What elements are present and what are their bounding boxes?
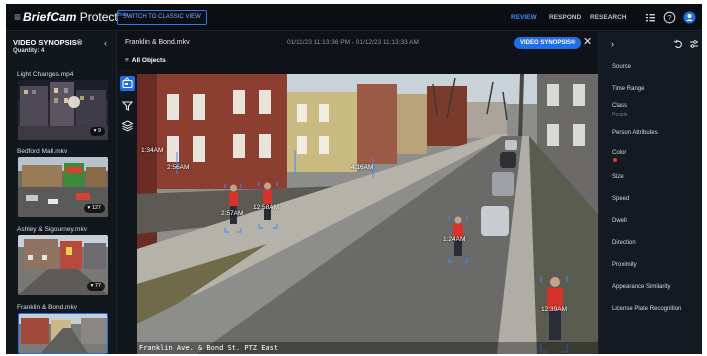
object-count-badge: ▾ 127 bbox=[83, 204, 105, 213]
undo-icon[interactable] bbox=[673, 39, 683, 49]
video-name: Ashley & Sigourney.mkv bbox=[17, 226, 87, 233]
switch-to-classic-view-button[interactable]: SWITCH TO CLASSIC VIEW bbox=[117, 10, 207, 25]
filter-size[interactable]: Size bbox=[612, 174, 624, 180]
franklin-street-image bbox=[19, 314, 107, 353]
object-timestamp[interactable]: 12:39AM bbox=[541, 306, 567, 313]
close-icon[interactable]: ✕ bbox=[583, 35, 592, 48]
object-count-badge: ▾ 9 bbox=[89, 127, 105, 136]
filter-class-value: People bbox=[612, 112, 628, 118]
clip-header: Franklin & Bond.mkv 01/11/23 11:13:36 PM… bbox=[117, 32, 598, 54]
object-timestamp[interactable]: 2:56AM bbox=[167, 164, 189, 171]
filter-funnel-icon[interactable] bbox=[120, 98, 135, 113]
menu-lines-icon: ≡ bbox=[14, 10, 22, 24]
filter-source[interactable]: Source bbox=[612, 64, 631, 70]
video-player[interactable]: 1:34AM 2:56AM 4:16AM 2:57AM 12:58AM 1:24… bbox=[137, 74, 598, 354]
video-thumbnail-light-changes[interactable]: ▾ 9 bbox=[18, 80, 108, 140]
clip-title: Franklin & Bond.mkv bbox=[125, 39, 190, 46]
filter-direction[interactable]: Direction bbox=[612, 240, 636, 246]
video-thumbnail-ashley-sigourney[interactable]: ▾ 77 bbox=[18, 235, 108, 295]
view-tools-strip bbox=[117, 70, 137, 354]
video-thumbnail-franklin-bond[interactable] bbox=[18, 313, 108, 354]
video-quantity: Quantity: 4 bbox=[13, 48, 45, 54]
nav-respond[interactable]: RESPOND bbox=[549, 14, 581, 21]
svg-text:?: ? bbox=[667, 13, 671, 22]
hamburger-icon: ≡ bbox=[125, 57, 129, 64]
filter-class[interactable]: Class bbox=[612, 103, 627, 109]
object-timestamp[interactable]: 2:57AM bbox=[221, 210, 243, 217]
nav-research[interactable]: RESEARCH bbox=[590, 14, 626, 21]
collapse-left-icon[interactable]: ‹ bbox=[104, 38, 107, 48]
filter-appearance-similarity[interactable]: Appearance Similarity bbox=[612, 284, 670, 290]
video-name: Light Changes.mp4 bbox=[17, 71, 74, 78]
object-timestamp[interactable]: 1:24AM bbox=[443, 236, 465, 243]
expand-right-icon[interactable]: › bbox=[611, 39, 614, 49]
sliders-icon[interactable] bbox=[689, 39, 699, 49]
briefcam-logo[interactable]: ≡ BriefCam ProtectBeta bbox=[14, 10, 128, 24]
user-avatar-icon[interactable] bbox=[683, 11, 696, 24]
help-icon[interactable]: ? bbox=[663, 11, 676, 24]
briefcam-app: ≡ BriefCam ProtectBeta SWITCH TO CLASSIC … bbox=[6, 4, 702, 354]
brand-name: BriefCam bbox=[23, 10, 77, 24]
keyboard-shortcuts-icon[interactable] bbox=[644, 11, 657, 24]
object-count: 127 bbox=[91, 205, 101, 211]
filter-proximity[interactable]: Proximity bbox=[612, 262, 637, 268]
filter-dwell[interactable]: Dwell bbox=[612, 218, 627, 224]
all-objects-label: All Objects bbox=[131, 57, 166, 64]
top-bar: ≡ BriefCam ProtectBeta SWITCH TO CLASSIC … bbox=[6, 4, 702, 31]
filter-license-plate-recognition[interactable]: License Plate Recognition bbox=[612, 306, 681, 312]
nav-review[interactable]: REVIEW bbox=[511, 14, 537, 21]
video-thumbnail-bedford-mall[interactable]: ▾ 127 bbox=[18, 157, 108, 217]
object-count: 9 bbox=[97, 128, 101, 134]
filter-person-attributes[interactable]: Person Attributes bbox=[612, 130, 658, 136]
filters-panel: › Source Time Range Class People Person … bbox=[598, 32, 702, 354]
video-name: Franklin & Bond.mkv bbox=[17, 304, 77, 311]
synopsis-tool-icon[interactable] bbox=[120, 76, 135, 91]
object-timestamp[interactable]: 12:58AM bbox=[253, 204, 279, 211]
selected-color-dot bbox=[613, 158, 617, 162]
layers-icon[interactable] bbox=[120, 118, 135, 133]
camera-overlay-text: Franklin Ave. & Bond St. PTZ East bbox=[137, 342, 598, 354]
video-synopsis-mode-pill[interactable]: VIDEO SYNOPSIS® bbox=[514, 37, 582, 49]
object-timestamp[interactable]: 4:16AM bbox=[351, 164, 373, 171]
filter-speed[interactable]: Speed bbox=[612, 196, 629, 202]
product-name: Protect bbox=[79, 10, 118, 24]
street-scene-frame bbox=[137, 74, 598, 354]
object-count: 77 bbox=[94, 283, 101, 289]
object-filter-bar: ≡ All Objects bbox=[117, 54, 598, 70]
video-name: Bedford Mall.mkv bbox=[17, 148, 68, 155]
clip-time-range: 01/11/23 11:13:36 PM - 01/12/23 11:13:33… bbox=[287, 39, 419, 46]
panel-title: VIDEO SYNOPSIS® bbox=[13, 38, 83, 47]
all-objects-filter[interactable]: ≡ All Objects bbox=[125, 57, 166, 64]
object-count-badge: ▾ 77 bbox=[86, 282, 105, 291]
object-timestamp[interactable]: 1:34AM bbox=[141, 147, 163, 154]
filter-time-range[interactable]: Time Range bbox=[612, 86, 644, 92]
filter-color[interactable]: Color bbox=[612, 150, 626, 156]
video-synopsis-list-panel: VIDEO SYNOPSIS® Quantity: 4 ‹ Light Chan… bbox=[6, 32, 117, 354]
